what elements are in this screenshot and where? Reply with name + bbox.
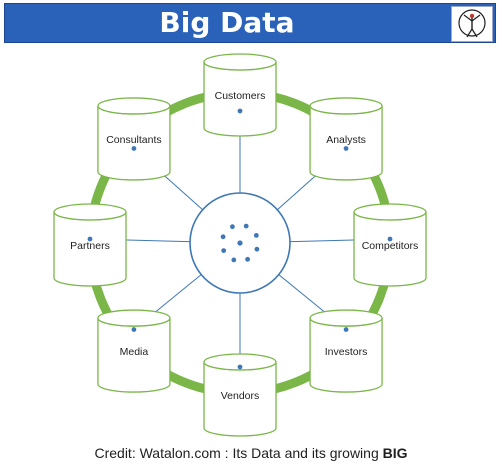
node-label-investors: Investors [325, 346, 368, 358]
hub-dot-vendors [231, 257, 237, 263]
node-label-customers: Customers [215, 90, 266, 102]
node-competitors: Competitors [353, 203, 427, 287]
hub-dot-partners [220, 234, 226, 240]
node-label-media: Media [120, 346, 149, 358]
node-customers: Customers [203, 53, 277, 137]
endpoint-dot-consultants [131, 146, 137, 151]
hub-center-dot [237, 240, 243, 246]
cylinder-top-customers [203, 53, 277, 71]
cylinder-top-analysts [309, 97, 383, 115]
endpoint-dot-media [131, 327, 137, 332]
hub-dot-consultants [230, 224, 235, 230]
hub-dot-competitors [254, 246, 260, 252]
hub-dot-customers [243, 223, 249, 229]
endpoint-dot-analysts [343, 146, 349, 151]
node-analysts: Analysts [309, 97, 383, 181]
cylinder-top-media [97, 309, 171, 327]
node-partners: Partners [53, 203, 127, 287]
cylinder-top-competitors [353, 203, 427, 221]
big-data-diagram: Customers Analysts Competitors Investors Ven… [53, 53, 427, 437]
credit-text: Credit: Watalon.com : Its Data and its g… [94, 445, 379, 461]
node-investors: Investors [309, 309, 383, 393]
node-label-competitors: Competitors [362, 240, 419, 252]
cylinder-top-investors [309, 309, 383, 327]
node-label-analysts: Analysts [326, 134, 366, 146]
endpoint-dot-customers [237, 108, 243, 114]
cylinder-top-partners [53, 203, 127, 221]
hub-dot-analysts [253, 233, 259, 238]
endpoint-dot-partners [87, 236, 93, 242]
node-label-partners: Partners [70, 240, 110, 252]
endpoint-dot-vendors [237, 364, 243, 370]
node-label-vendors: Vendors [221, 390, 260, 402]
endpoint-dot-competitors [387, 236, 393, 242]
hub-dot-media [221, 248, 227, 253]
credit-footer: Credit: Watalon.com : Its Data and its g… [0, 445, 502, 461]
node-label-consultants: Consultants [106, 134, 161, 146]
hub-dot-investors [245, 256, 250, 262]
credit-bold-text: BIG [382, 445, 408, 461]
node-consultants: Consultants [97, 97, 171, 181]
endpoint-dot-investors [343, 327, 349, 332]
node-media: Media [97, 309, 171, 393]
cylinder-top-consultants [97, 97, 171, 115]
